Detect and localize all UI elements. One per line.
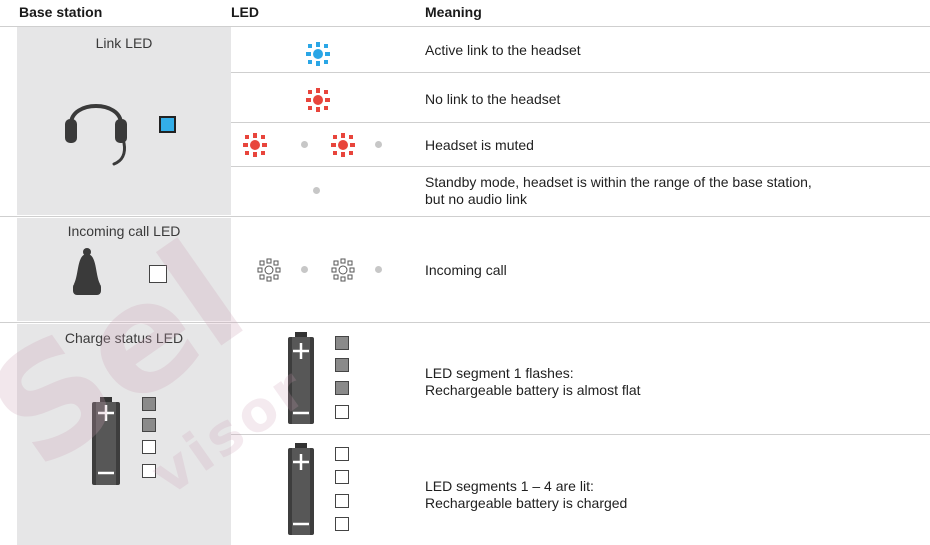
battery-segment <box>335 358 349 372</box>
separator <box>0 322 930 323</box>
battery-segment <box>335 336 349 350</box>
link-led-caption: Link LED <box>95 35 153 51</box>
battery-segment <box>335 447 349 461</box>
meaning-text: Standby mode, headset is within the rang… <box>425 174 812 208</box>
separator <box>0 216 930 217</box>
meaning-line: Rechargeable battery is almost flat <box>425 382 641 398</box>
battery-icon <box>288 332 314 424</box>
battery-segment <box>335 494 349 508</box>
led-red-flash-icon <box>243 133 267 157</box>
charge-status-caption: Charge status LED <box>64 330 184 346</box>
separator <box>0 26 930 27</box>
battery-icon <box>92 397 120 485</box>
call-led-indicator <box>149 265 167 283</box>
meaning-text: No link to the headset <box>425 91 561 107</box>
meaning-line: LED segments 1 – 4 are lit: <box>425 478 594 494</box>
incoming-call-caption: Incoming call LED <box>67 223 181 239</box>
led-off-dot <box>375 266 382 273</box>
meaning-text: Headset is muted <box>425 137 534 153</box>
separator <box>231 434 930 435</box>
header-led: LED <box>231 4 259 20</box>
led-blinking-blue-icon <box>306 42 330 66</box>
meaning-text: Incoming call <box>425 262 507 278</box>
led-off-dot <box>301 141 308 148</box>
battery-segment <box>142 397 156 411</box>
headset-icon <box>65 104 127 166</box>
header-meaning: Meaning <box>425 4 482 20</box>
led-off-dot <box>375 141 382 148</box>
separator <box>231 122 930 123</box>
link-led-indicator <box>159 116 176 133</box>
led-white-flash-icon <box>331 258 355 282</box>
battery-segment <box>142 418 156 432</box>
bell-icon <box>73 248 101 295</box>
battery-segment <box>335 381 349 395</box>
meaning-line: Rechargeable battery is charged <box>425 495 628 511</box>
battery-segment <box>335 405 349 419</box>
meaning-line: LED segment 1 flashes: <box>425 365 574 381</box>
meaning-line: Standby mode, headset is within the rang… <box>425 174 812 190</box>
meaning-text: LED segments 1 – 4 are lit: Rechargeable … <box>425 478 627 512</box>
battery-segment <box>335 470 349 484</box>
header-base-station: Base station <box>19 4 103 20</box>
led-off-dot <box>313 187 320 194</box>
led-red-flash-icon <box>331 133 355 157</box>
meaning-text: LED segment 1 flashes: Rechargeable batte… <box>425 365 641 399</box>
battery-icon <box>288 443 314 535</box>
led-blinking-red-icon <box>306 88 330 112</box>
charge-status-panel <box>17 324 231 545</box>
meaning-text: Active link to the headset <box>425 42 581 58</box>
led-white-flash-icon <box>257 258 281 282</box>
separator <box>231 166 930 167</box>
battery-segment <box>142 464 156 478</box>
meaning-line: but no audio link <box>425 191 527 207</box>
led-off-dot <box>301 266 308 273</box>
separator <box>231 72 930 73</box>
battery-segment <box>335 517 349 531</box>
battery-segment <box>142 440 156 454</box>
